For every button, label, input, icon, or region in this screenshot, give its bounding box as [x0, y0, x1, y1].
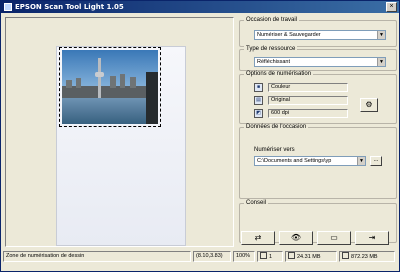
- chevron-down-icon[interactable]: ▼: [357, 157, 365, 165]
- color-mode-icon: ■: [254, 83, 263, 92]
- resource-group: Type de ressource Réfléchissant ▼: [239, 46, 397, 71]
- occasion-group: Occasion de travail Numériser & Sauvegar…: [239, 17, 397, 47]
- scan-to-label: Numériser vers: [254, 147, 295, 153]
- option-original: ▤ Original: [254, 96, 354, 106]
- title-bar[interactable]: EPSON Scan Tool Light 1.05 ×: [1, 1, 399, 13]
- settings-panel: Occasion de travail Numériser & Sauvegar…: [239, 17, 397, 243]
- advice-legend: Conseil: [244, 200, 269, 206]
- status-coords: (8.10,3.83): [193, 251, 231, 262]
- scan-options-group: Options de numérisation ■ Couleur ▤ Orig…: [239, 71, 397, 124]
- status-bar: Zone de numérisation de dessin (8.10,3.8…: [3, 251, 397, 263]
- original-doc-icon: ▤: [254, 96, 263, 105]
- swap-arrows-icon: ⇄: [254, 233, 262, 242]
- scan-options-legend: Options de numérisation: [244, 71, 314, 77]
- browse-button[interactable]: ...: [370, 156, 382, 166]
- exit-button[interactable]: ⇥: [355, 231, 389, 245]
- pages-icon: [260, 252, 267, 259]
- window-title: EPSON Scan Tool Light 1.05: [15, 3, 124, 11]
- swap-button[interactable]: ⇄: [241, 231, 275, 245]
- status-pages: 1: [257, 251, 283, 262]
- chevron-down-icon[interactable]: ▼: [377, 31, 385, 39]
- preview-area[interactable]: [5, 17, 234, 247]
- occasion-legend: Occasion de travail: [244, 17, 300, 23]
- resource-legend: Type de ressource: [244, 46, 298, 52]
- status-size: 24.31 MB: [285, 251, 337, 262]
- scan-button[interactable]: ▭: [317, 231, 351, 245]
- occasion-data-group: Données de l'occasion Numériser vers C:\…: [239, 124, 397, 199]
- resolution-icon: ◩: [254, 109, 263, 118]
- close-button[interactable]: ×: [386, 2, 397, 12]
- exit-door-icon: ⇥: [368, 233, 376, 242]
- disk-icon: [342, 252, 349, 259]
- floppy-icon: [288, 252, 295, 259]
- status-free: 872.23 MB: [339, 251, 395, 262]
- occasion-select[interactable]: Numériser & Sauvegarder ▼: [254, 30, 386, 40]
- settings-button[interactable]: ⚙: [360, 98, 378, 112]
- main-window: EPSON Scan Tool Light 1.05 × Occasion de…: [0, 0, 400, 272]
- resource-select[interactable]: Réfléchissant ▼: [254, 57, 386, 67]
- chevron-down-icon[interactable]: ▼: [377, 58, 385, 66]
- status-zoom: 100%: [233, 251, 255, 262]
- scan-to-path-select[interactable]: C:\Documents and Settings\yp ▼: [254, 156, 366, 166]
- option-color: ■ Couleur: [254, 83, 354, 93]
- scan-selection-marquee[interactable]: [59, 47, 161, 127]
- settings-icon: ⚙: [365, 100, 373, 109]
- preview-photo: [62, 50, 158, 124]
- app-icon: [4, 3, 12, 11]
- option-resolution: ◩ 600 dpi: [254, 109, 354, 119]
- status-hint: Zone de numérisation de dessin: [3, 251, 191, 262]
- occasion-data-legend: Données de l'occasion: [244, 124, 309, 130]
- preview-button[interactable]: 👁: [279, 231, 313, 245]
- eye-icon: 👁: [290, 233, 302, 242]
- scanner-icon: ▭: [330, 233, 338, 242]
